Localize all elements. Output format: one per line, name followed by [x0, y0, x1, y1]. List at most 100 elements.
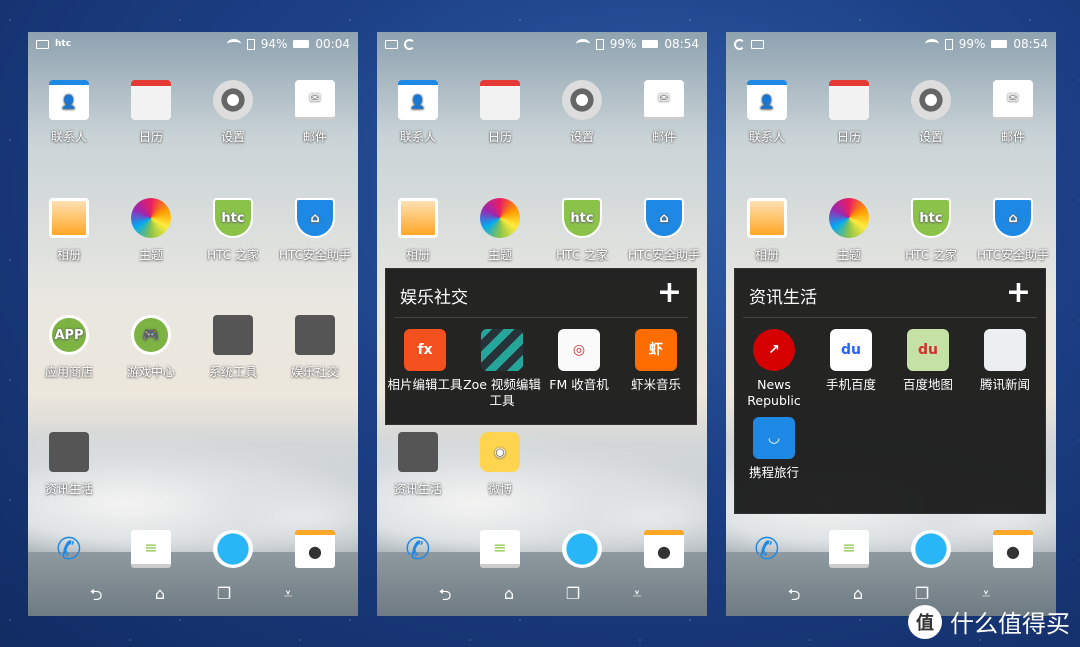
phone-icon[interactable]: ✆ — [398, 530, 438, 568]
folder-app-fx[interactable]: fx 相片编辑工具 — [386, 329, 464, 393]
folder-app-baidumap[interactable]: du 百度地图 — [889, 329, 967, 393]
camera-icon[interactable]: ● — [644, 530, 684, 568]
add-app-button[interactable]: + — [1006, 275, 1031, 310]
open-folder: 资讯生活 + ↗ News Republic du 手机百度 du 百度地图 腾讯新闻 ◡ 携程旅行 — [734, 268, 1046, 514]
calendar-icon — [131, 80, 171, 120]
home-app-gallery[interactable]: 相册 — [726, 198, 808, 263]
weibo-icon: ◉ — [480, 432, 520, 472]
camera-icon[interactable]: ● — [993, 530, 1033, 568]
mail-icon: ✉ — [993, 80, 1033, 120]
home-app-calendar[interactable]: 日历 — [808, 80, 890, 145]
appstore-icon: APP — [49, 315, 89, 355]
menu-button[interactable]: ⩡ — [625, 584, 649, 604]
home-app-contacts[interactable]: 👤 联系人 — [377, 80, 459, 145]
add-app-button[interactable]: + — [657, 275, 682, 310]
home-app-shield[interactable]: ⌂ HTC安全助手 — [972, 198, 1054, 263]
folder-app-newsrepublic[interactable]: ↗ News Republic — [735, 329, 813, 409]
folder-app-zoe[interactable]: Zoe 视频编辑工具 — [463, 329, 541, 409]
home-app-mail[interactable]: ✉ 邮件 — [972, 80, 1054, 145]
folder-title[interactable]: 娱乐社交 — [400, 283, 468, 308]
home-app-folder[interactable]: 系统工具 — [192, 315, 274, 380]
app-label: 系统工具 — [208, 365, 257, 379]
home-app-settings[interactable]: 设置 — [541, 80, 623, 145]
shield-icon: ⌂ — [644, 198, 684, 238]
folder3-icon — [49, 432, 89, 472]
home-app-themes[interactable]: 主题 — [808, 198, 890, 263]
screenshot-icon — [751, 39, 764, 49]
home-app-folder3[interactable]: 资讯生活 — [28, 432, 110, 497]
home-app-gallery[interactable]: 相册 — [28, 198, 110, 263]
status-right: 94% 00:04 — [226, 37, 350, 51]
folder-app-baidu[interactable]: du 手机百度 — [812, 329, 890, 393]
fm-icon: ◎ — [558, 329, 600, 371]
recents-button[interactable]: ❐ — [910, 584, 934, 603]
home-app-htc[interactable]: htc HTC 之家 — [192, 198, 274, 263]
browser-icon[interactable] — [911, 530, 951, 568]
home-app-gallery[interactable]: 相册 — [377, 198, 459, 263]
home-button[interactable]: ⌂ — [497, 584, 521, 603]
home-app-folder3[interactable]: 资讯生活 — [377, 432, 459, 497]
folder-title[interactable]: 资讯生活 — [749, 283, 817, 308]
settings-icon — [213, 80, 253, 120]
home-app-folder2[interactable]: 娱乐社交 — [274, 315, 356, 380]
app-label: 虾米音乐 — [630, 377, 681, 392]
home-app-htc[interactable]: htc HTC 之家 — [890, 198, 972, 263]
recents-button[interactable]: ❐ — [561, 584, 585, 603]
home-app-contacts[interactable]: 👤 联系人 — [726, 80, 808, 145]
messages-icon[interactable]: ≡ — [829, 530, 869, 568]
folder-app-ctrip[interactable]: ◡ 携程旅行 — [735, 417, 813, 481]
folder-app-xiami[interactable]: 虾虾米音乐 — [617, 329, 695, 393]
app-label: 资讯生活 — [393, 482, 442, 496]
home-app-mail[interactable]: ✉ 邮件 — [623, 80, 705, 145]
clock: 08:54 — [1013, 37, 1048, 51]
app-label: 设置 — [220, 130, 245, 144]
status-left — [734, 38, 925, 50]
home-app-settings[interactable]: 设置 — [890, 80, 972, 145]
home-app-appstore[interactable]: APP 应用商店 — [28, 315, 110, 380]
back-button[interactable]: ⮌ — [782, 584, 806, 611]
home-app-shield[interactable]: ⌂ HTC安全助手 — [623, 198, 705, 263]
navigation-bar: ⮌ ⌂ ❐ ⩡ — [28, 584, 358, 606]
back-button[interactable]: ⮌ — [433, 584, 457, 611]
home-app-contacts[interactable]: 👤 联系人 — [28, 80, 110, 145]
navigation-bar: ⮌ ⌂ ❐ ⩡ — [726, 584, 1056, 606]
browser-icon[interactable] — [562, 530, 602, 568]
back-button[interactable]: ⮌ — [84, 584, 108, 611]
ctrip-icon: ◡ — [753, 417, 795, 459]
watermark-badge: 值 — [908, 604, 942, 639]
folder-app-fm[interactable]: ◎ FM 收音机 — [540, 329, 618, 393]
home-app-mail[interactable]: ✉ 邮件 — [274, 80, 356, 145]
home-app-settings[interactable]: 设置 — [192, 80, 274, 145]
status-bar: 99% 08:54 — [726, 32, 1056, 56]
phone-icon[interactable]: ✆ — [747, 530, 787, 568]
htc-icon: htc — [213, 198, 253, 238]
camera-icon[interactable]: ● — [295, 530, 335, 568]
folder-app-qqnews[interactable]: 腾讯新闻 — [966, 329, 1044, 393]
home-button[interactable]: ⌂ — [148, 584, 172, 603]
sync-icon — [734, 38, 745, 50]
home-app-weibo[interactable]: ◉ 微博 — [459, 432, 541, 497]
home-app-calendar[interactable]: 日历 — [110, 80, 192, 145]
menu-button[interactable]: ⩡ — [974, 584, 998, 604]
battery-icon — [642, 40, 659, 48]
home-app-themes[interactable]: 主题 — [110, 198, 192, 263]
folder-icon — [213, 315, 253, 355]
recents-button[interactable]: ❐ — [212, 584, 236, 603]
app-label: 微博 — [487, 482, 512, 496]
browser-icon[interactable] — [213, 530, 253, 568]
app-label: 携程旅行 — [748, 465, 799, 480]
home-app-themes[interactable]: 主题 — [459, 198, 541, 263]
messages-icon[interactable]: ≡ — [131, 530, 171, 568]
contacts-icon: 👤 — [398, 80, 438, 120]
messages-icon[interactable]: ≡ — [480, 530, 520, 568]
menu-button[interactable]: ⩡ — [276, 584, 300, 604]
home-app-htc[interactable]: htc HTC 之家 — [541, 198, 623, 263]
sim-icon — [595, 38, 604, 50]
home-app-shield[interactable]: ⌂ HTC安全助手 — [274, 198, 356, 263]
app-label: 联系人 — [399, 130, 436, 144]
app-label: News Republic — [747, 377, 801, 408]
phone-icon[interactable]: ✆ — [49, 530, 89, 568]
home-button[interactable]: ⌂ — [846, 584, 870, 603]
home-app-gamecenter[interactable]: 🎮 游戏中心 — [110, 315, 192, 380]
home-app-calendar[interactable]: 日历 — [459, 80, 541, 145]
